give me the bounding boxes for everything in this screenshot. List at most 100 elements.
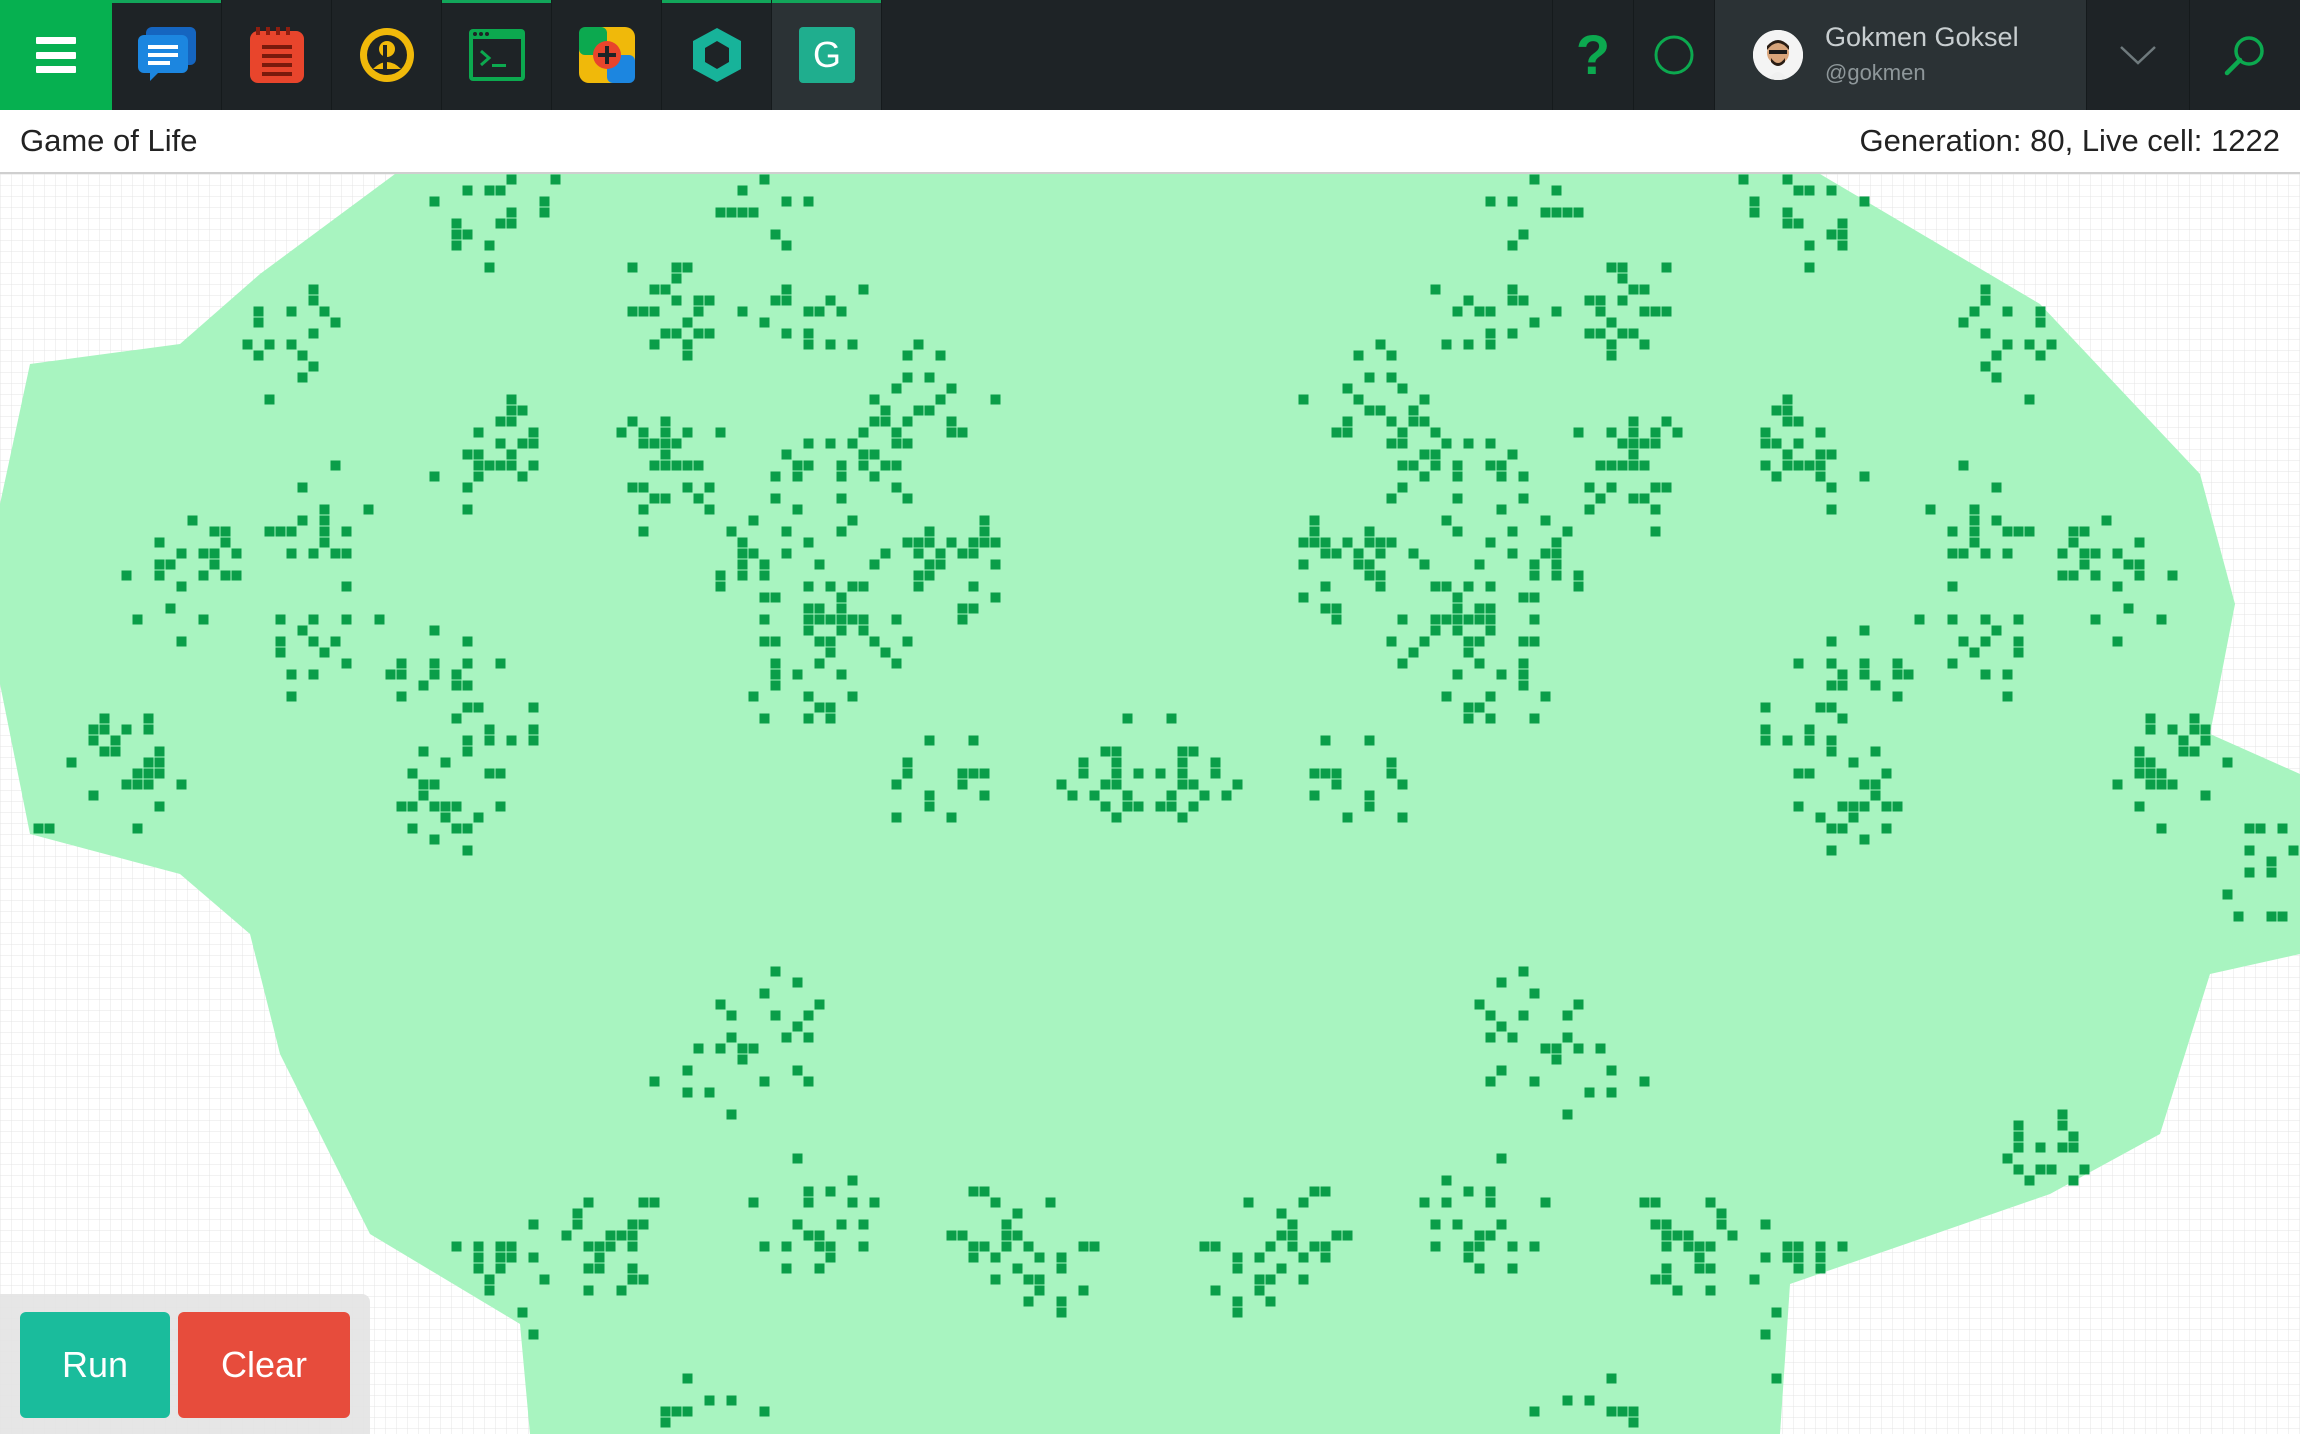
live-cell bbox=[858, 284, 869, 295]
live-cell bbox=[1826, 680, 1837, 691]
live-cell bbox=[660, 416, 671, 427]
live-cell bbox=[715, 207, 726, 218]
live-cell bbox=[968, 735, 979, 746]
search-button[interactable] bbox=[2189, 0, 2300, 110]
live-cell bbox=[1705, 1197, 1716, 1208]
live-cell bbox=[1837, 669, 1848, 680]
live-cell bbox=[1606, 1087, 1617, 1098]
live-cell bbox=[715, 1043, 726, 1054]
live-cell bbox=[528, 702, 539, 713]
live-cell bbox=[308, 295, 319, 306]
live-cell bbox=[1980, 669, 1991, 680]
run-button[interactable]: Run bbox=[20, 1312, 170, 1418]
user-menu-dropdown[interactable] bbox=[2086, 0, 2189, 110]
live-cell bbox=[462, 636, 473, 647]
live-cell bbox=[990, 1197, 1001, 1208]
user-handle: @gokmen bbox=[1825, 60, 1926, 85]
live-cell bbox=[1782, 174, 1793, 185]
live-cell bbox=[484, 768, 495, 779]
live-cell bbox=[814, 702, 825, 713]
health-app-button[interactable] bbox=[552, 0, 662, 110]
help-button[interactable]: ? bbox=[1552, 0, 1633, 110]
live-cell bbox=[1375, 581, 1386, 592]
game-board[interactable] bbox=[0, 174, 2300, 1434]
live-cell bbox=[704, 1395, 715, 1406]
live-cell bbox=[1419, 416, 1430, 427]
user-profile[interactable]: Gokmen Goksel @gokmen bbox=[1714, 0, 2086, 110]
live-cell bbox=[1452, 493, 1463, 504]
live-cell bbox=[726, 1032, 737, 1043]
game-of-life-app-button[interactable]: G bbox=[772, 0, 882, 110]
contacts-app-button[interactable] bbox=[332, 0, 442, 110]
live-cell bbox=[473, 449, 484, 460]
live-cell bbox=[2167, 724, 2178, 735]
live-cell bbox=[880, 405, 891, 416]
live-cell bbox=[1320, 1241, 1331, 1252]
live-cell bbox=[1056, 1252, 1067, 1263]
live-cell bbox=[682, 317, 693, 328]
live-cell bbox=[1452, 1219, 1463, 1230]
live-cell bbox=[1331, 768, 1342, 779]
live-cell bbox=[1430, 427, 1441, 438]
notes-app-button[interactable] bbox=[222, 0, 332, 110]
live-cell bbox=[1782, 218, 1793, 229]
live-cell bbox=[319, 537, 330, 548]
live-cell bbox=[396, 801, 407, 812]
live-cell bbox=[1474, 1230, 1485, 1241]
live-cell bbox=[1562, 1010, 1573, 1021]
live-cell bbox=[979, 537, 990, 548]
live-cell bbox=[165, 559, 176, 570]
live-cell bbox=[1881, 823, 1892, 834]
live-cell bbox=[132, 614, 143, 625]
status-button[interactable] bbox=[1633, 0, 1714, 110]
live-cell bbox=[1309, 526, 1320, 537]
hamburger-menu-icon[interactable] bbox=[0, 0, 112, 110]
live-cell bbox=[1969, 515, 1980, 526]
live-cell bbox=[286, 669, 297, 680]
live-cell bbox=[506, 449, 517, 460]
chat-app-button[interactable] bbox=[112, 0, 222, 110]
hexagon-app-button[interactable] bbox=[662, 0, 772, 110]
live-cell bbox=[1397, 482, 1408, 493]
live-cell bbox=[1969, 537, 1980, 548]
live-cell bbox=[1606, 317, 1617, 328]
live-cell bbox=[1430, 449, 1441, 460]
live-cell bbox=[1001, 1219, 1012, 1230]
live-cell bbox=[825, 295, 836, 306]
live-cell bbox=[2002, 1153, 2013, 1164]
live-cell bbox=[814, 999, 825, 1010]
live-cell bbox=[1980, 614, 1991, 625]
live-cell bbox=[1485, 328, 1496, 339]
live-cell bbox=[990, 1274, 1001, 1285]
live-cell bbox=[1089, 1241, 1100, 1252]
live-cell bbox=[1804, 240, 1815, 251]
live-cell bbox=[1650, 438, 1661, 449]
live-cell bbox=[1419, 636, 1430, 647]
clear-button[interactable]: Clear bbox=[178, 1312, 350, 1418]
live-cell bbox=[176, 581, 187, 592]
live-cell bbox=[1089, 790, 1100, 801]
live-cell bbox=[1474, 1263, 1485, 1274]
game-of-life-grid[interactable] bbox=[0, 174, 2300, 1434]
live-cell bbox=[286, 306, 297, 317]
live-cell bbox=[1529, 1406, 1540, 1417]
live-cell bbox=[1397, 460, 1408, 471]
live-cell bbox=[946, 427, 957, 438]
live-cell bbox=[1551, 537, 1562, 548]
live-cell bbox=[308, 548, 319, 559]
live-cell bbox=[143, 724, 154, 735]
live-cell bbox=[2057, 1142, 2068, 1153]
terminal-app-button[interactable] bbox=[442, 0, 552, 110]
live-cell bbox=[1606, 350, 1617, 361]
live-cell bbox=[484, 735, 495, 746]
live-cell bbox=[1023, 1296, 1034, 1307]
live-cell bbox=[1496, 504, 1507, 515]
live-cell bbox=[1056, 779, 1067, 790]
live-cell bbox=[1386, 438, 1397, 449]
live-cell bbox=[1287, 1241, 1298, 1252]
live-cell bbox=[462, 702, 473, 713]
live-cell bbox=[1485, 1230, 1496, 1241]
live-cell bbox=[1419, 559, 1430, 570]
live-cell bbox=[1661, 1219, 1672, 1230]
live-cell bbox=[1551, 207, 1562, 218]
